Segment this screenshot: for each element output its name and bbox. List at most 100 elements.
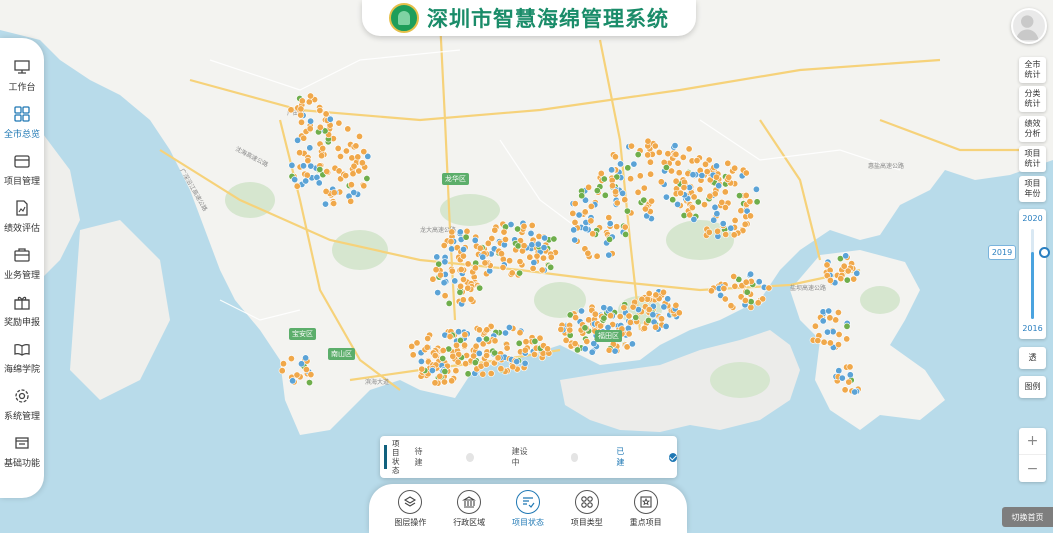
project-marker[interactable] (712, 173, 720, 181)
project-marker[interactable] (316, 107, 324, 115)
switch-home-button[interactable]: 切换首页 (1002, 507, 1053, 527)
project-marker[interactable] (570, 226, 578, 234)
project-marker[interactable] (319, 144, 327, 152)
project-marker[interactable] (500, 228, 508, 236)
project-marker[interactable] (742, 278, 750, 286)
project-marker[interactable] (456, 228, 464, 236)
project-marker[interactable] (530, 350, 538, 358)
status-checkbox[interactable] (570, 452, 579, 462)
sidebar-item-rewards[interactable]: 奖励申报 (0, 293, 44, 340)
project-marker[interactable] (440, 378, 448, 386)
project-marker[interactable] (826, 314, 834, 322)
project-marker[interactable] (677, 189, 685, 197)
project-marker[interactable] (467, 295, 475, 303)
project-marker[interactable] (484, 239, 492, 247)
project-marker[interactable] (721, 188, 729, 196)
project-marker[interactable] (613, 199, 621, 207)
project-marker[interactable] (526, 253, 534, 261)
project-marker[interactable] (316, 123, 324, 131)
project-marker[interactable] (664, 150, 672, 158)
project-marker[interactable] (354, 153, 362, 161)
project-marker[interactable] (578, 192, 586, 200)
project-marker[interactable] (621, 196, 629, 204)
project-marker[interactable] (611, 347, 619, 355)
project-marker[interactable] (528, 241, 536, 249)
project-marker[interactable] (342, 147, 350, 155)
project-marker[interactable] (464, 260, 472, 268)
sidebar-item-academy[interactable]: 海绵学院 (0, 340, 44, 387)
sidebar-item-project-management[interactable]: 项目管理 (0, 152, 44, 199)
project-marker[interactable] (497, 365, 505, 373)
project-marker[interactable] (441, 292, 449, 300)
project-marker[interactable] (298, 97, 306, 105)
tool-key-projects[interactable]: 重点项目 (618, 484, 674, 533)
project-marker[interactable] (843, 322, 851, 330)
project-marker[interactable] (679, 153, 687, 161)
project-marker[interactable] (531, 337, 539, 345)
project-marker[interactable] (581, 345, 589, 353)
project-marker[interactable] (481, 259, 489, 267)
project-marker[interactable] (487, 369, 495, 377)
project-marker[interactable] (457, 282, 465, 290)
project-marker[interactable] (710, 216, 718, 224)
project-marker[interactable] (627, 142, 635, 150)
project-marker[interactable] (669, 196, 677, 204)
project-marker[interactable] (440, 279, 448, 287)
project-marker[interactable] (577, 307, 585, 315)
project-marker[interactable] (753, 198, 761, 206)
status-filter-building[interactable]: 建设中 (512, 446, 617, 468)
project-marker[interactable] (452, 367, 460, 375)
project-marker[interactable] (464, 370, 472, 378)
city-statistics-button[interactable]: 全市统计 (1019, 57, 1046, 83)
project-marker[interactable] (680, 184, 688, 192)
project-marker[interactable] (719, 220, 727, 228)
project-marker[interactable] (448, 228, 456, 236)
project-marker[interactable] (652, 323, 660, 331)
project-marker[interactable] (662, 322, 670, 330)
project-marker[interactable] (587, 202, 595, 210)
project-marker[interactable] (299, 162, 307, 170)
project-marker[interactable] (476, 284, 484, 292)
project-marker[interactable] (619, 189, 627, 197)
project-marker[interactable] (742, 191, 750, 199)
project-marker[interactable] (547, 253, 555, 261)
project-marker[interactable] (755, 278, 763, 286)
project-marker[interactable] (297, 360, 305, 368)
project-marker[interactable] (505, 323, 513, 331)
project-marker[interactable] (701, 160, 709, 168)
project-marker[interactable] (730, 231, 738, 239)
sidebar-item-business[interactable]: 业务管理 (0, 246, 44, 293)
project-marker[interactable] (721, 204, 729, 212)
project-marker[interactable] (820, 338, 828, 346)
project-marker[interactable] (302, 177, 310, 185)
project-marker[interactable] (747, 298, 755, 306)
project-marker[interactable] (823, 261, 831, 269)
project-marker[interactable] (825, 307, 833, 315)
project-marker[interactable] (355, 167, 363, 175)
project-marker[interactable] (698, 172, 706, 180)
project-marker[interactable] (279, 360, 287, 368)
project-marker[interactable] (350, 189, 358, 197)
project-marker[interactable] (520, 222, 528, 230)
project-marker[interactable] (835, 367, 843, 375)
project-marker[interactable] (628, 340, 636, 348)
project-marker[interactable] (461, 341, 469, 349)
project-marker[interactable] (626, 318, 634, 326)
project-marker[interactable] (550, 235, 558, 243)
status-filter-built[interactable]: 已建 (616, 446, 677, 468)
project-marker[interactable] (659, 288, 667, 296)
map-legend-button[interactable]: 图例 (1019, 376, 1046, 398)
project-marker[interactable] (429, 275, 437, 283)
project-marker[interactable] (649, 311, 657, 319)
project-marker[interactable] (503, 344, 511, 352)
project-marker[interactable] (464, 284, 472, 292)
project-marker[interactable] (336, 153, 344, 161)
project-marker[interactable] (842, 252, 850, 260)
project-marker[interactable] (547, 263, 555, 271)
project-marker[interactable] (409, 351, 417, 359)
project-marker[interactable] (581, 208, 589, 216)
project-marker[interactable] (706, 192, 714, 200)
project-marker[interactable] (608, 166, 616, 174)
project-marker[interactable] (722, 231, 730, 239)
project-marker[interactable] (463, 227, 471, 235)
